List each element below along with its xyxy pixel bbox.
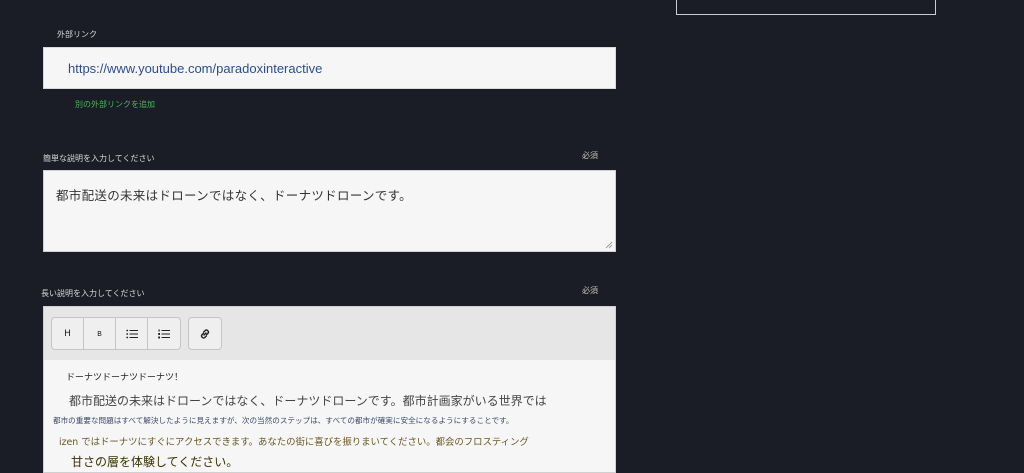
short-description-required-badge: 必須 <box>582 151 598 160</box>
content-line: 甘さの層を体験してください。 <box>71 455 239 469</box>
external-link-input[interactable]: https://www.youtube.com/paradoxinteracti… <box>43 47 616 89</box>
bullet-list-button[interactable] <box>116 318 148 349</box>
heading-button-label: H <box>64 328 71 339</box>
insert-link-button[interactable] <box>189 318 221 349</box>
content-line: 都市の重要な問題はすべて解決したように見えますが、次の当然のステップは、すべての… <box>53 416 514 425</box>
numbered-list-icon <box>158 329 170 338</box>
submission-form-page: 外部リンク https://www.youtube.com/paradoxint… <box>0 0 1024 473</box>
content-line: izen ではドーナツにすぐにアクセスできます。あなたの街に喜びを振りまいてくだ… <box>59 437 529 448</box>
content-line: 都市配送の未来はドローンではなく、ドーナツドローンです。都市計画家がいる世界では <box>69 394 547 408</box>
numbered-list-button[interactable] <box>148 318 180 349</box>
bold-button[interactable]: B <box>84 318 116 349</box>
external-link-label: 外部リンク <box>57 30 97 39</box>
content-title: ドーナツドーナツドーナツ！ <box>66 373 184 383</box>
format-button-group: H B <box>51 317 181 350</box>
editor-toolbar: H B <box>44 307 615 360</box>
short-description-textarea[interactable]: 都市配送の未来はドローンではなく、ドーナツドローンです。 <box>43 170 616 252</box>
add-external-link-button[interactable]: 別の外部リンクを追加 <box>75 99 155 110</box>
rich-text-editor[interactable]: H B ドーナツドーナツドーナツ！ 都市配送の未来はドローンではなく、ドーナツド… <box>43 306 616 473</box>
bullet-list-icon <box>125 329 138 338</box>
short-description-label: 簡単な説明を入力してください <box>43 154 155 163</box>
short-description-text: 都市配送の未来はドローンではなく、ドーナツドローンです。 <box>56 188 412 203</box>
link-button-group <box>188 317 222 350</box>
resize-grip-icon[interactable] <box>605 241 613 249</box>
long-description-label: 長い説明を入力してください <box>41 289 145 298</box>
long-description-required-badge: 必須 <box>582 286 598 295</box>
bold-button-label: B <box>97 329 102 338</box>
heading-button[interactable]: H <box>52 318 84 349</box>
link-icon <box>200 328 210 339</box>
editor-content[interactable]: ドーナツドーナツドーナツ！ 都市配送の未来はドローンではなく、ドーナツドローンで… <box>44 360 615 470</box>
sidebar-panel <box>676 0 936 15</box>
